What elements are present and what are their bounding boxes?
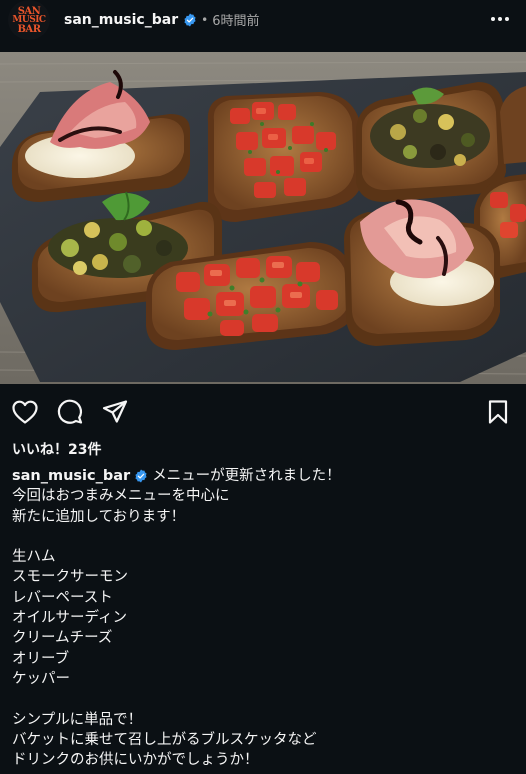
post-header: SAN MUSIC BAR san_music_bar • 6時間前 — [0, 0, 526, 46]
send-icon — [102, 400, 128, 423]
like-count[interactable]: いいね！23件 — [12, 439, 101, 459]
share-button[interactable] — [101, 398, 129, 426]
caption-text-line: レバーペースト — [12, 589, 113, 606]
caption-text-line: オイルサーディン — [12, 610, 127, 627]
caption-text-line: メニューが更新されました！ — [152, 468, 341, 484]
caption-text-line: シンプルに単品で！ — [12, 711, 143, 728]
caption-text-line: 生ハム — [12, 549, 56, 566]
like-button[interactable] — [11, 398, 39, 426]
post-actions-bar — [0, 392, 526, 428]
header-username[interactable]: san_music_bar — [64, 12, 178, 28]
comment-button[interactable] — [56, 398, 84, 426]
heart-icon — [12, 400, 38, 424]
header-separator: • — [201, 12, 209, 27]
caption-text-line: オリーブ — [12, 650, 70, 667]
caption-text-line: ドリンクのお供にいかがでしょうか！ — [12, 752, 259, 769]
more-horizontal-icon — [491, 17, 509, 21]
comment-icon — [57, 399, 83, 424]
more-options-button[interactable] — [488, 8, 512, 30]
caption-text-line: スモークサーモン — [12, 569, 128, 586]
caption-text-line: 新たに追加しております！ — [12, 508, 186, 525]
bruschetta-photo — [0, 52, 526, 384]
bookmark-icon — [488, 400, 508, 424]
header-username-row: san_music_bar • 6時間前 — [64, 10, 259, 30]
caption-username[interactable]: san_music_bar — [12, 466, 130, 486]
caption-first-line: san_music_bar メニューが更新されました！ — [12, 466, 517, 486]
save-button[interactable] — [484, 398, 512, 426]
caption-text-line: 今回はおつまみメニューを中心に — [12, 488, 230, 505]
caption-text-line: クリームチーズ — [12, 630, 113, 647]
avatar[interactable]: SAN MUSIC BAR — [8, 0, 50, 40]
post-photo[interactable] — [0, 52, 526, 384]
post-timestamp[interactable]: 6時間前 — [212, 10, 259, 29]
caption-text-line: ケッパー — [12, 670, 70, 687]
caption-text-line: バケットに乗せて召し上がるブルスケッタなど — [12, 731, 317, 748]
verified-badge-icon — [184, 13, 196, 26]
post-caption: san_music_bar メニューが更新されました！ 今回はおつまみメニューを… — [12, 466, 517, 770]
verified-badge-icon — [135, 469, 147, 483]
avatar-logo-line3: BAR — [17, 23, 41, 35]
